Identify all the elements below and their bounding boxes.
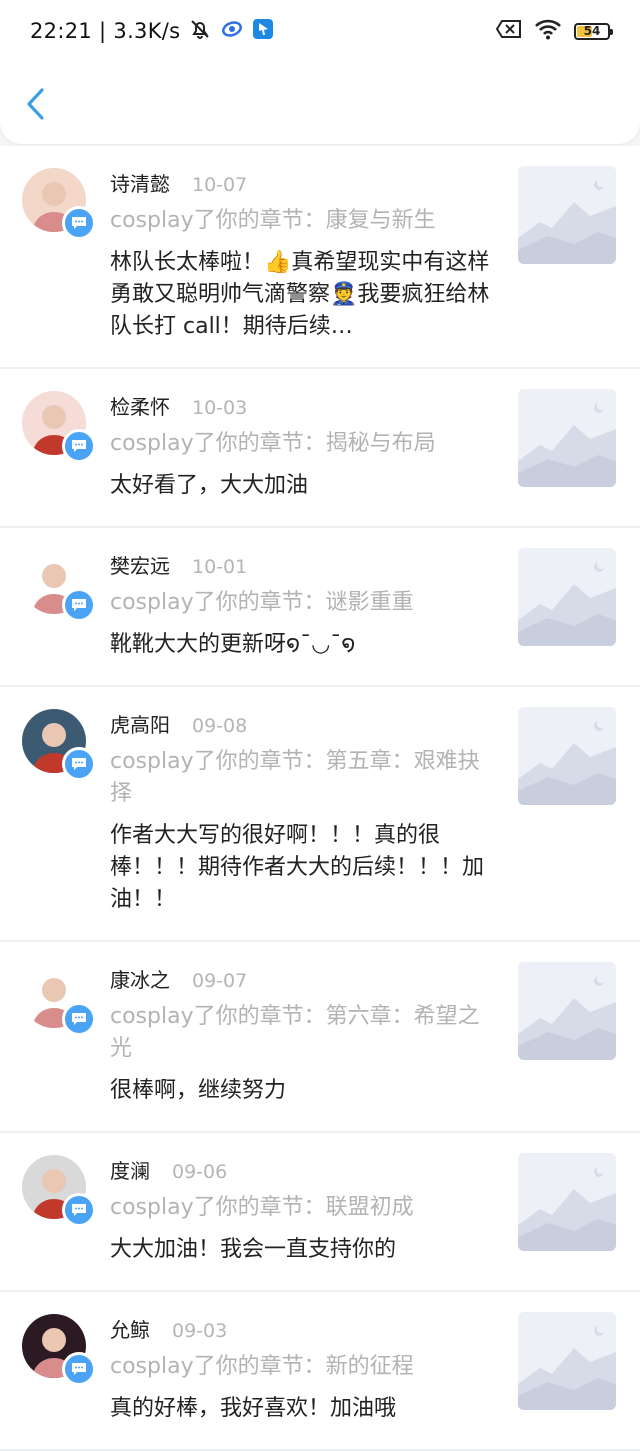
avatar-container[interactable] <box>22 709 96 781</box>
comment-badge-icon <box>62 1002 96 1036</box>
comment-text: 太好看了，大大加油 <box>110 473 309 498</box>
chapter-reference[interactable]: cosplay了你的章节：揭秘与布局 <box>110 428 490 460</box>
comment-content: 樊宏远 10-01 cosplay了你的章节：谜影重重 靴靴大大的更新呀໑¯◡¯… <box>110 550 490 661</box>
comment-header: 允鲸 09-03 <box>110 1314 490 1344</box>
comment-content: 诗清懿 10-07 cosplay了你的章节：康复与新生 林队长太棒啦！👍真希望… <box>110 168 490 343</box>
comment-date: 10-03 <box>192 397 248 419</box>
battery-icon: 54 <box>574 22 613 40</box>
chapter-thumbnail[interactable] <box>518 962 616 1060</box>
comment-badge-icon <box>62 1193 96 1227</box>
comment-header: 度澜 09-06 <box>110 1155 490 1185</box>
comment-badge-icon <box>62 1352 96 1386</box>
comment-list: 诗清懿 10-07 cosplay了你的章节：康复与新生 林队长太棒啦！👍真希望… <box>0 146 640 1451</box>
commenter-name[interactable]: 允鲸 <box>110 1314 150 1343</box>
comment-item[interactable]: 诗清懿 10-07 cosplay了你的章节：康复与新生 林队长太棒啦！👍真希望… <box>0 146 640 369</box>
comment-item[interactable]: 虎高阳 09-08 cosplay了你的章节：第五章：艰难抉择 作者大大写的很好… <box>0 687 640 942</box>
comment-content: 允鲸 09-03 cosplay了你的章节：新的征程 真的好棒，我好喜欢！加油哦 <box>110 1314 490 1425</box>
chapter-reference[interactable]: cosplay了你的章节：新的征程 <box>110 1351 490 1383</box>
chapter-thumbnail[interactable] <box>518 1312 616 1410</box>
chapter-thumbnail[interactable] <box>518 166 616 264</box>
chapter-reference[interactable]: cosplay了你的章节：联盟初成 <box>110 1192 490 1224</box>
avatar-container[interactable] <box>22 168 96 240</box>
comment-content: 康冰之 09-07 cosplay了你的章节：第六章：希望之光 很棒啊，继续努力 <box>110 964 490 1107</box>
chevron-left-icon <box>24 87 46 125</box>
comment-content: 虎高阳 09-08 cosplay了你的章节：第五章：艰难抉择 作者大大写的很好… <box>110 709 490 916</box>
chapter-reference[interactable]: cosplay了你的章节：谜影重重 <box>110 587 490 619</box>
comment-header: 樊宏远 10-01 <box>110 550 490 580</box>
status-separator: | <box>99 19 107 43</box>
back-button[interactable] <box>18 86 52 126</box>
comment-badge-icon <box>62 588 96 622</box>
comment-text: 大大加油！我会一直支持你的 <box>110 1237 397 1262</box>
avatar-container[interactable] <box>22 550 96 622</box>
sim-disabled-icon <box>495 19 522 43</box>
messenger-app-icon <box>252 18 274 45</box>
image-placeholder-icon <box>518 548 616 646</box>
navigation-bar <box>0 62 640 144</box>
commenter-name[interactable]: 康冰之 <box>110 964 170 993</box>
image-placeholder-icon <box>518 1153 616 1251</box>
comment-item[interactable]: 度澜 09-06 cosplay了你的章节：联盟初成 大大加油！我会一直支持你的 <box>0 1133 640 1292</box>
status-time: 22:21 <box>30 19 93 43</box>
image-placeholder-icon <box>518 707 616 805</box>
comment-date: 10-01 <box>192 556 248 578</box>
comment-item[interactable]: 允鲸 09-03 cosplay了你的章节：新的征程 真的好棒，我好喜欢！加油哦 <box>0 1292 640 1451</box>
commenter-name[interactable]: 虎高阳 <box>110 709 170 738</box>
comment-date: 09-07 <box>192 970 248 992</box>
comment-date: 09-03 <box>172 1320 228 1342</box>
comment-badge-icon <box>62 429 96 463</box>
comment-content: 检柔怀 10-03 cosplay了你的章节：揭秘与布局 太好看了，大大加油 <box>110 391 490 502</box>
commenter-name[interactable]: 樊宏远 <box>110 550 170 579</box>
image-placeholder-icon <box>518 1312 616 1410</box>
chapter-thumbnail[interactable] <box>518 389 616 487</box>
comment-header: 虎高阳 09-08 <box>110 709 490 739</box>
chapter-thumbnail[interactable] <box>518 548 616 646</box>
avatar-container[interactable] <box>22 1155 96 1227</box>
browser-app-icon <box>220 17 244 46</box>
chapter-reference[interactable]: cosplay了你的章节：第六章：希望之光 <box>110 1001 490 1065</box>
comment-date: 09-06 <box>172 1161 228 1183</box>
mute-bell-icon <box>188 17 212 46</box>
image-placeholder-icon <box>518 962 616 1060</box>
comment-date: 10-07 <box>192 174 248 196</box>
image-placeholder-icon <box>518 389 616 487</box>
comment-text: 作者大大写的很好啊！！！真的很棒！！！期待作者大大的后续！！！加油！！ <box>110 823 485 912</box>
chapter-reference[interactable]: cosplay了你的章节：康复与新生 <box>110 205 490 237</box>
comment-badge-icon <box>62 206 96 240</box>
comment-content: 度澜 09-06 cosplay了你的章节：联盟初成 大大加油！我会一直支持你的 <box>110 1155 490 1266</box>
comment-text: 真的好棒，我好喜欢！加油哦 <box>110 1396 397 1421</box>
comment-text: 靴靴大大的更新呀໑¯◡¯໑ <box>110 632 356 657</box>
image-placeholder-icon <box>518 166 616 264</box>
comment-header: 检柔怀 10-03 <box>110 391 490 421</box>
battery-level: 54 <box>583 24 601 38</box>
comment-date: 09-08 <box>192 715 248 737</box>
comment-header: 诗清懿 10-07 <box>110 168 490 198</box>
chapter-reference[interactable]: cosplay了你的章节：第五章：艰难抉择 <box>110 746 490 810</box>
commenter-name[interactable]: 度澜 <box>110 1155 150 1184</box>
comment-item[interactable]: 樊宏远 10-01 cosplay了你的章节：谜影重重 靴靴大大的更新呀໑¯◡¯… <box>0 528 640 687</box>
status-bar: 22:21 | 3.3K/s 54 <box>0 0 640 62</box>
commenter-name[interactable]: 诗清懿 <box>110 168 170 197</box>
network-speed: 3.3K/s <box>113 19 181 43</box>
comment-item[interactable]: 康冰之 09-07 cosplay了你的章节：第六章：希望之光 很棒啊，继续努力 <box>0 942 640 1133</box>
wifi-icon <box>534 18 562 44</box>
comment-badge-icon <box>62 747 96 781</box>
chapter-thumbnail[interactable] <box>518 1153 616 1251</box>
comment-header: 康冰之 09-07 <box>110 964 490 994</box>
comment-item[interactable]: 检柔怀 10-03 cosplay了你的章节：揭秘与布局 太好看了，大大加油 <box>0 369 640 528</box>
comment-text: 很棒啊，继续努力 <box>110 1078 287 1103</box>
commenter-name[interactable]: 检柔怀 <box>110 391 170 420</box>
comment-text: 林队长太棒啦！👍真希望现实中有这样勇敢又聪明帅气滴警察👮我要疯狂给林队长打 ca… <box>110 250 490 339</box>
avatar-container[interactable] <box>22 1314 96 1386</box>
avatar-container[interactable] <box>22 964 96 1036</box>
avatar-container[interactable] <box>22 391 96 463</box>
chapter-thumbnail[interactable] <box>518 707 616 805</box>
